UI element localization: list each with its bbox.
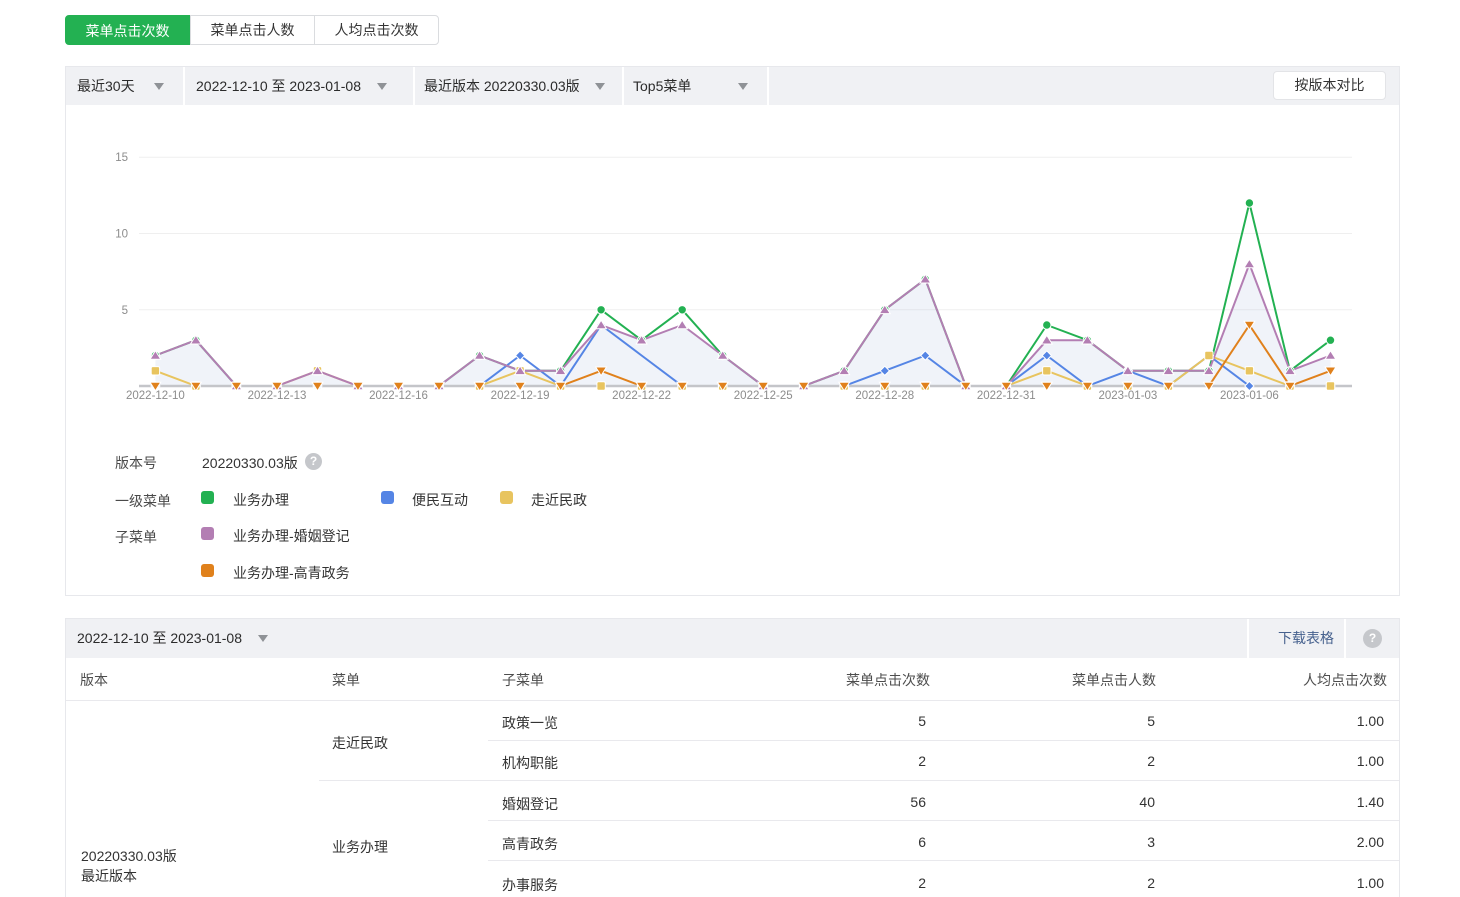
svg-text:2022-12-31: 2022-12-31 [977,390,1036,402]
svg-text:2022-12-25: 2022-12-25 [734,390,793,402]
svg-text:5: 5 [122,305,128,317]
svg-text:2022-12-13: 2022-12-13 [248,390,307,402]
svg-text:2022-12-22: 2022-12-22 [612,390,671,402]
svg-text:2023-01-06: 2023-01-06 [1220,390,1279,402]
svg-text:15: 15 [115,152,128,164]
svg-text:2022-12-16: 2022-12-16 [369,390,428,402]
svg-text:2022-12-19: 2022-12-19 [491,390,550,402]
svg-text:10: 10 [115,229,128,241]
svg-text:2022-12-10: 2022-12-10 [126,390,185,402]
svg-text:2022-12-28: 2022-12-28 [855,390,914,402]
svg-text:2023-01-03: 2023-01-03 [1098,390,1157,402]
